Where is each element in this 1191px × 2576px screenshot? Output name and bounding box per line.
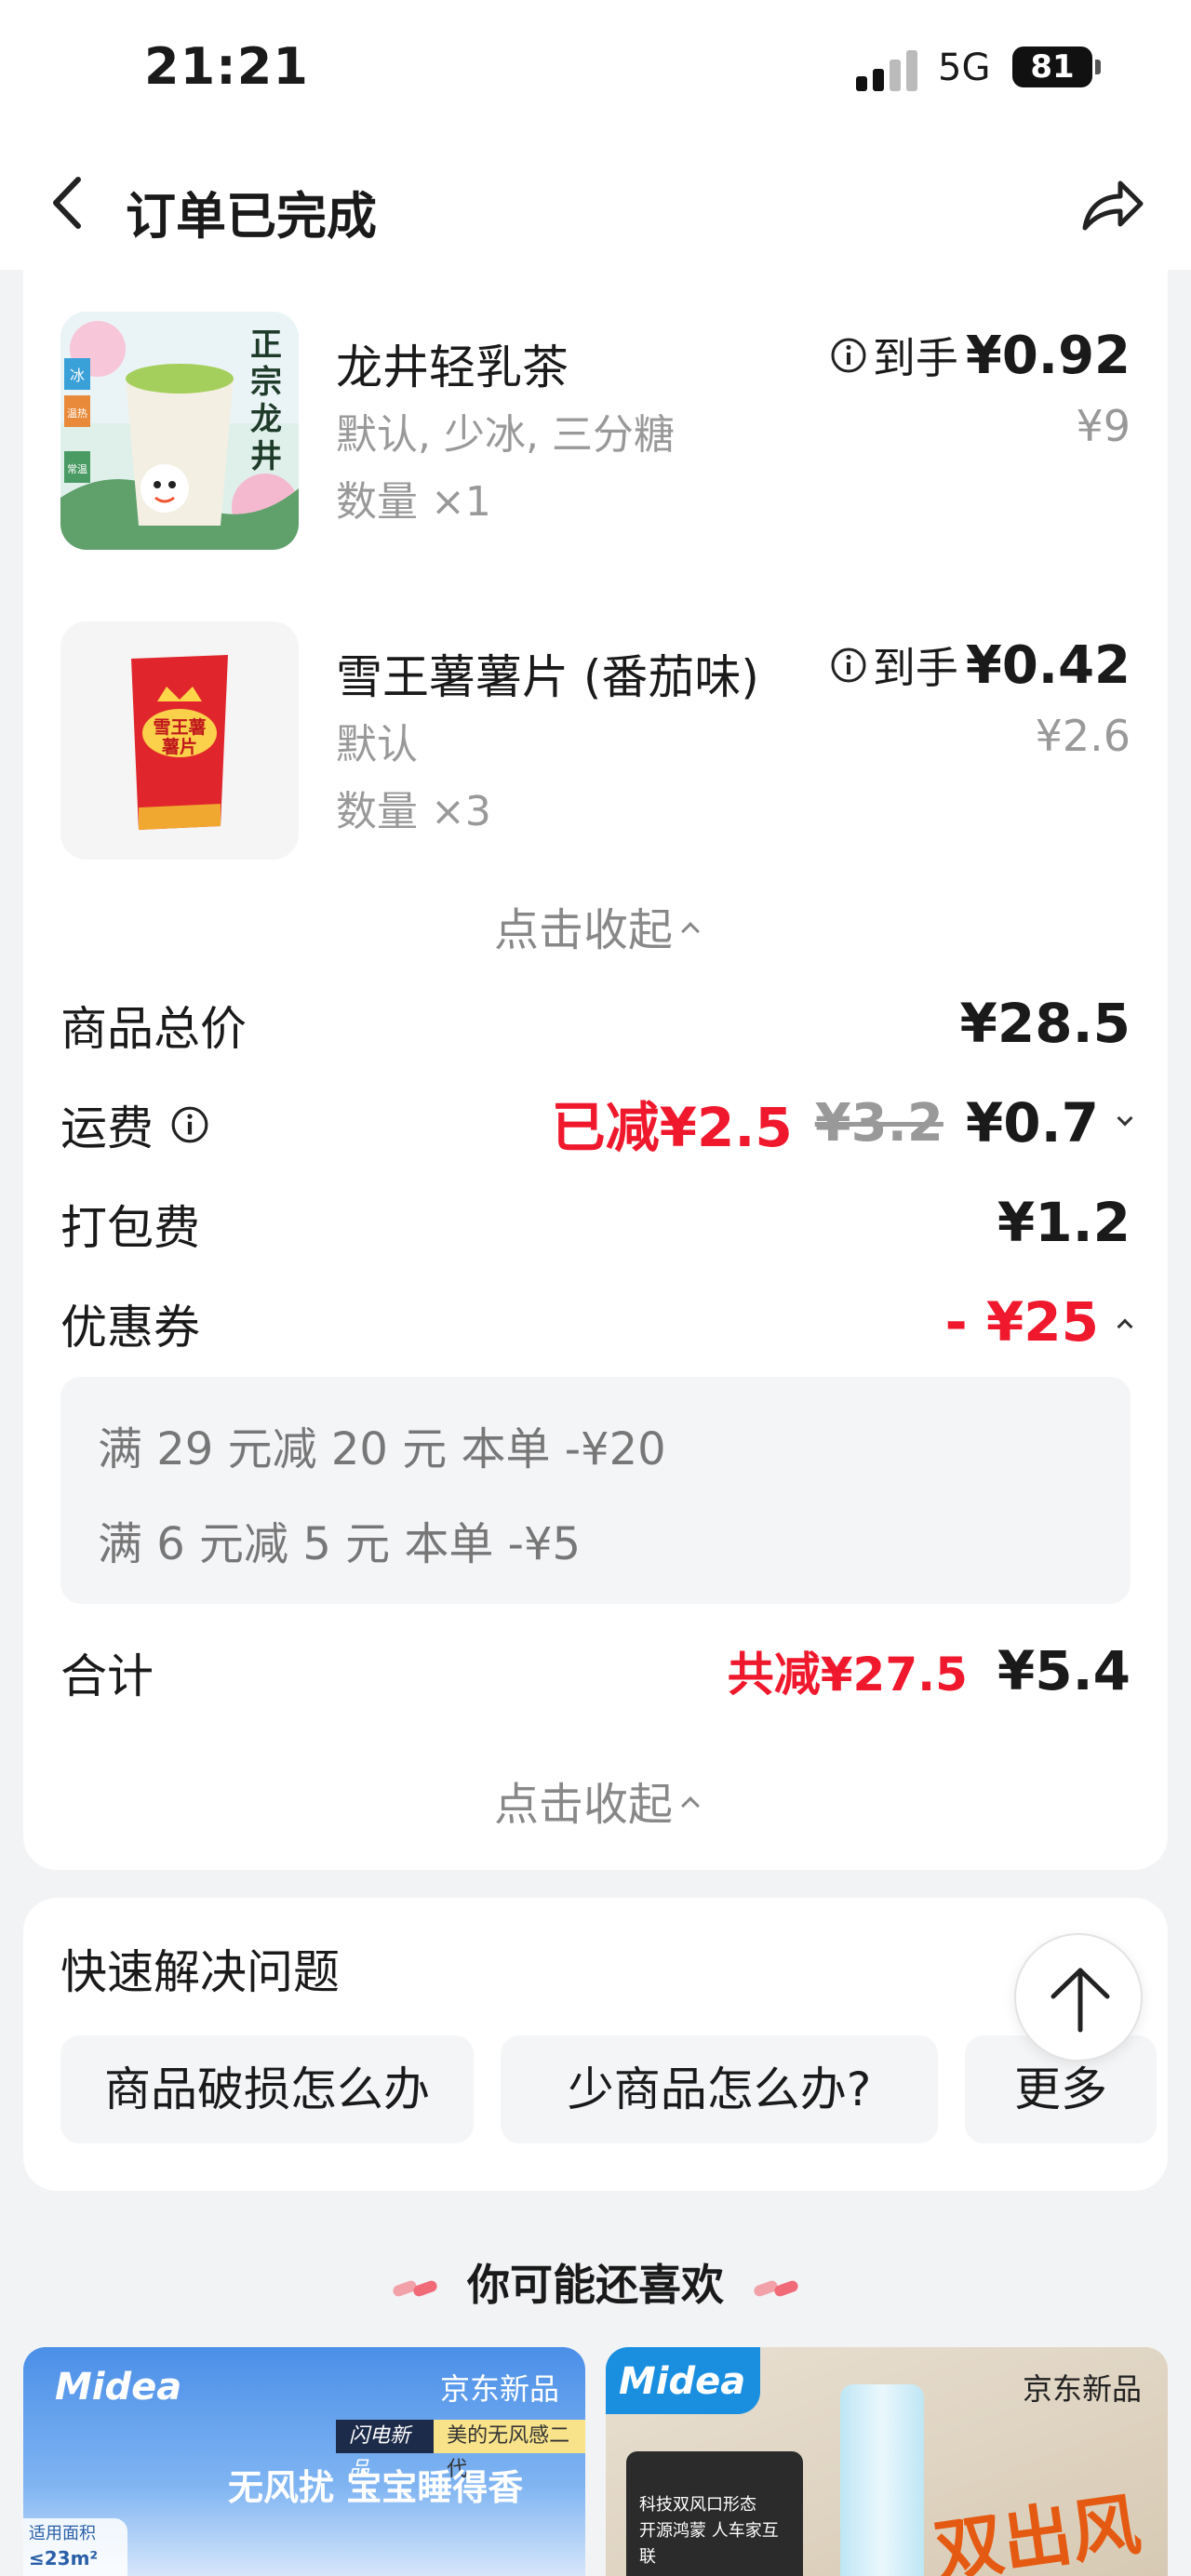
- fee-label: 打包费: [60, 1201, 200, 1255]
- thumb-brand-text: 正宗龙井: [250, 327, 282, 475]
- chevron-up-icon: [681, 1796, 700, 1815]
- info-icon[interactable]: [170, 1105, 209, 1144]
- chevron-left-icon: [53, 177, 81, 229]
- product-quantity: 数量 ×3: [336, 788, 491, 835]
- chevron-up-icon: [1117, 1318, 1133, 1335]
- thumb-tag: 常温: [67, 463, 87, 475]
- chevron-down-icon: [1117, 1110, 1133, 1127]
- order-detail-card: 冰 温热 常温 正宗龙井 龙井轻乳茶 默认, 少冰, 三分糖 数量 ×1 到手 …: [23, 270, 1168, 1870]
- product-name: 雪王薯薯片 (番茄味): [336, 650, 759, 704]
- info-icon[interactable]: [830, 337, 867, 374]
- recommend-ad[interactable]: Midea 京东新品 闪电新品 美的无风感二代 无风扰 宝宝睡得香 适用面积 ≤…: [23, 2347, 585, 2576]
- thumb-brand-text: 雪王薯薯片: [153, 717, 207, 757]
- help-chip-missing[interactable]: 少商品怎么办?: [501, 2035, 938, 2143]
- nav-bar: 订单已完成: [0, 140, 1191, 270]
- price-label: 到手: [872, 333, 958, 383]
- product-item[interactable]: 雪王薯薯片 雪王薯薯片 (番茄味) 默认 数量 ×3 到手 ¥0.42 ¥2.6: [60, 621, 1131, 863]
- help-title: 快速解决问题: [60, 1945, 340, 1999]
- info-icon[interactable]: [830, 647, 867, 684]
- original-price: ¥2.6: [1035, 711, 1131, 761]
- battery-level: 81: [1030, 48, 1075, 86]
- coupon-line: 满 6 元减 5 元 本单 -¥5: [98, 1518, 582, 1570]
- total-row: 合计 共减¥27.5 ¥5.4: [60, 1634, 1131, 1708]
- product-spec: 默认, 少冰, 三分糖: [336, 411, 675, 459]
- collapse-products-link[interactable]: 点击收起: [23, 893, 1168, 958]
- page-title: 订单已完成: [126, 187, 377, 246]
- total-reduced: 共减¥27.5: [727, 1648, 968, 1702]
- original-price: ¥9: [1076, 401, 1131, 451]
- delivery-fee-row[interactable]: 运费 已减¥2.5 ¥3.2 ¥0.7: [60, 1086, 1133, 1160]
- product-thumbnail: 冰 温热 常温 正宗龙井: [60, 312, 299, 550]
- product-price: 到手 ¥0.92: [830, 325, 1131, 386]
- network-type: 5G: [938, 47, 991, 89]
- signal-icon: [856, 48, 921, 91]
- coupon-detail-box: 满 29 元减 20 元 本单 -¥20 满 6 元减 5 元 本单 -¥5: [60, 1377, 1131, 1604]
- brand-logo: Midea: [55, 2366, 182, 2409]
- delivery-reduced: 已减¥2.5: [551, 1096, 793, 1159]
- ad-feature: 科技双风口形态: [639, 2495, 756, 2515]
- coupon-row[interactable]: 优惠券 - ¥25: [60, 1285, 1133, 1359]
- jd-badge: 京东新品: [1022, 2371, 1142, 2407]
- product-spec: 默认: [336, 721, 418, 768]
- product-price: 到手 ¥0.42: [830, 634, 1131, 696]
- collapse-label: 点击收起: [493, 904, 673, 956]
- brand-logo: Midea: [619, 2360, 746, 2403]
- decor-icon: [393, 2280, 437, 2296]
- thumb-tag: 冰: [70, 367, 85, 384]
- share-button[interactable]: [1077, 170, 1146, 239]
- ad-headline: 无风扰 宝宝睡得香: [228, 2467, 524, 2508]
- packing-fee-row: 打包费 ¥1.2: [60, 1185, 1131, 1260]
- coupon-line: 满 29 元减 20 元 本单 -¥20: [98, 1423, 666, 1475]
- quick-help-card: 快速解决问题 商品破损怎么办 少商品怎么办? 更多: [23, 1898, 1168, 2191]
- ad-tag: 闪电新品: [336, 2420, 435, 2481]
- ad-tags: 闪电新品 美的无风感二代: [336, 2420, 585, 2481]
- fee-label: 商品总价: [60, 1002, 247, 1056]
- fee-amount: ¥1.2: [997, 1191, 1131, 1254]
- collapse-fees-link[interactable]: 点击收起: [23, 1768, 1168, 1833]
- chevron-up-icon: [681, 922, 700, 941]
- product-name: 龙井轻乳茶: [336, 340, 569, 394]
- ad-feature: 开源鸿蒙 人车家互联: [639, 2521, 779, 2567]
- help-chip-damaged[interactable]: 商品破损怎么办: [60, 2035, 474, 2143]
- area-label: 适用面积: [29, 2524, 96, 2543]
- price-label: 到手: [872, 643, 958, 693]
- total-label: 合计: [60, 1649, 154, 1703]
- fee-label: 运费: [60, 1101, 154, 1155]
- goods-total-row: 商品总价 ¥28.5: [60, 986, 1131, 1061]
- product-item[interactable]: 冰 温热 常温 正宗龙井 龙井轻乳茶 默认, 少冰, 三分糖 数量 ×1 到手 …: [60, 312, 1131, 554]
- product-image: [840, 2384, 924, 2576]
- coupon-amount: - ¥25: [944, 1290, 1099, 1354]
- collapse-label: 点击收起: [493, 1779, 673, 1831]
- jd-badge: 京东新品: [439, 2371, 559, 2407]
- status-bar: 21:21 5G 81: [0, 0, 1191, 140]
- back-button[interactable]: [37, 170, 102, 235]
- status-time: 21:21: [144, 37, 309, 96]
- scroll-to-top-button[interactable]: [1014, 1933, 1143, 2062]
- arrow-up-icon: [1050, 1968, 1110, 2033]
- fee-label: 优惠券: [60, 1301, 200, 1355]
- thumb-tag: 温热: [67, 407, 87, 420]
- recommend-ad[interactable]: Midea 京东新品 科技双风口形态 开源鸿蒙 人车家互联 双出风: [606, 2347, 1168, 2576]
- ad-feature-box: 科技双风口形态 开源鸿蒙 人车家互联: [626, 2451, 803, 2576]
- area-tag: 适用面积 ≤23m²: [23, 2518, 127, 2576]
- recommend-title: 你可能还喜欢: [467, 2260, 724, 2310]
- area-value: ≤23m²: [29, 2547, 99, 2569]
- share-icon: [1082, 180, 1144, 231]
- delivery-original: ¥3.2: [814, 1092, 943, 1154]
- ad-headline: 双出风: [930, 2484, 1145, 2576]
- ad-tag: 美的无风感二代: [434, 2420, 585, 2481]
- battery-icon: 81: [1012, 47, 1092, 87]
- recommend-header: 你可能还喜欢: [0, 2251, 1191, 2313]
- final-price: ¥0.42: [965, 634, 1131, 696]
- battery-tip: [1095, 60, 1101, 74]
- product-quantity: 数量 ×1: [336, 478, 491, 526]
- final-price: ¥0.92: [965, 325, 1131, 386]
- decor-icon: [754, 2280, 798, 2296]
- fee-amount: ¥28.5: [959, 992, 1131, 1055]
- total-amount: ¥5.4: [997, 1639, 1131, 1702]
- product-thumbnail: 雪王薯薯片: [60, 621, 299, 860]
- fee-amount: ¥0.7: [965, 1091, 1099, 1155]
